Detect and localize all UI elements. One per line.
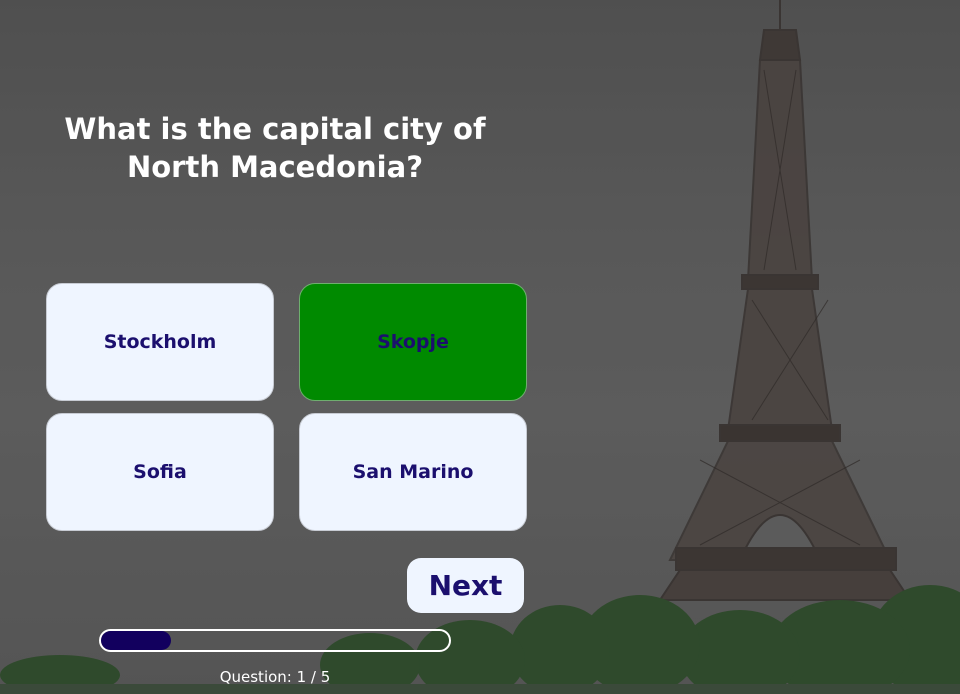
- answer-option-stockholm[interactable]: Stockholm: [46, 283, 274, 401]
- question-text: What is the capital city of North Macedo…: [64, 112, 486, 184]
- next-button[interactable]: Next: [407, 558, 524, 613]
- answer-option-sofia[interactable]: Sofia: [46, 413, 274, 531]
- quiz-screen: What is the capital city of North Macedo…: [0, 0, 960, 694]
- question-counter: Question: 1 / 5: [219, 668, 331, 686]
- progress-bar: [99, 629, 451, 652]
- answer-option-skopje[interactable]: Skopje: [299, 283, 527, 401]
- progress-bar-fill: [101, 631, 171, 650]
- answer-option-san-marino[interactable]: San Marino: [299, 413, 527, 531]
